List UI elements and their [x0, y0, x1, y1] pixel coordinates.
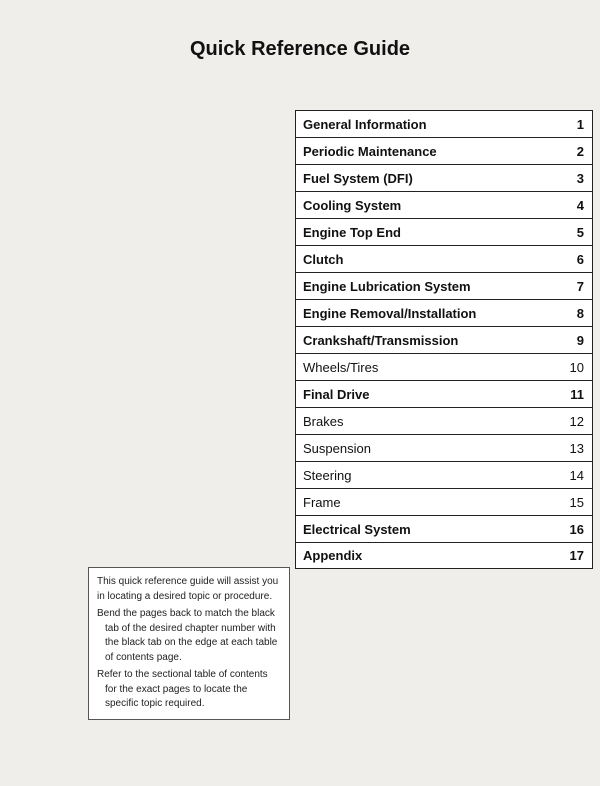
toc-row[interactable]: Engine Removal/Installation8 — [295, 299, 593, 326]
toc-number: 12 — [564, 414, 592, 429]
toc-row[interactable]: Appendix17 — [295, 542, 593, 569]
toc-row[interactable]: General Information1 — [295, 110, 593, 137]
toc-number: 7 — [564, 279, 592, 294]
toc-label: Suspension — [296, 437, 564, 460]
toc-row[interactable]: Brakes12 — [295, 407, 593, 434]
toc-label: Wheels/Tires — [296, 356, 564, 379]
toc-label: Electrical System — [296, 518, 564, 541]
toc-number: 1 — [564, 117, 592, 132]
toc-row[interactable]: Crankshaft/Transmission9 — [295, 326, 593, 353]
toc-number: 4 — [564, 198, 592, 213]
toc-label: Periodic Maintenance — [296, 140, 564, 163]
toc-number: 11 — [564, 387, 592, 402]
toc-number: 9 — [564, 333, 592, 348]
toc-row[interactable]: Wheels/Tires10 — [295, 353, 593, 380]
note-bullet2: Refer to the sectional table of contents… — [97, 668, 281, 712]
toc-label: Frame — [296, 491, 564, 514]
toc-row[interactable]: Steering14 — [295, 461, 593, 488]
toc-label: Engine Removal/Installation — [296, 302, 564, 325]
toc-label: Engine Lubrication System — [296, 275, 564, 298]
toc-number: 10 — [564, 360, 592, 375]
toc-label: Crankshaft/Transmission — [296, 329, 564, 352]
toc-number: 13 — [564, 441, 592, 456]
toc-label: Steering — [296, 464, 564, 487]
toc-label: General Information — [296, 113, 564, 136]
toc-number: 8 — [564, 306, 592, 321]
toc-number: 16 — [564, 522, 592, 537]
toc-number: 14 — [564, 468, 592, 483]
toc-label: Engine Top End — [296, 221, 564, 244]
toc-number: 2 — [564, 144, 592, 159]
toc-row[interactable]: Suspension13 — [295, 434, 593, 461]
toc-number: 5 — [564, 225, 592, 240]
toc-number: 3 — [564, 171, 592, 186]
toc-row[interactable]: Clutch6 — [295, 245, 593, 272]
table-of-contents: General Information1Periodic Maintenance… — [295, 110, 593, 569]
toc-row[interactable]: Engine Lubrication System7 — [295, 272, 593, 299]
toc-number: 17 — [564, 548, 592, 563]
toc-row[interactable]: Cooling System4 — [295, 191, 593, 218]
toc-row[interactable]: Final Drive11 — [295, 380, 593, 407]
toc-row[interactable]: Periodic Maintenance2 — [295, 137, 593, 164]
toc-label: Appendix — [296, 544, 564, 567]
toc-label: Final Drive — [296, 383, 564, 406]
toc-row[interactable]: Electrical System16 — [295, 515, 593, 542]
toc-row[interactable]: Engine Top End5 — [295, 218, 593, 245]
toc-row[interactable]: Fuel System (DFI)3 — [295, 164, 593, 191]
note-intro: This quick reference guide will assist y… — [97, 575, 281, 604]
toc-label: Brakes — [296, 410, 564, 433]
toc-label: Fuel System (DFI) — [296, 167, 564, 190]
page-title: Quick Reference Guide — [0, 0, 600, 81]
toc-number: 15 — [564, 495, 592, 510]
toc-label: Clutch — [296, 248, 564, 271]
note-box: This quick reference guide will assist y… — [88, 567, 290, 720]
note-bullet1: Bend the pages back to match the black t… — [97, 607, 281, 665]
toc-row[interactable]: Frame15 — [295, 488, 593, 515]
toc-number: 6 — [564, 252, 592, 267]
toc-label: Cooling System — [296, 194, 564, 217]
